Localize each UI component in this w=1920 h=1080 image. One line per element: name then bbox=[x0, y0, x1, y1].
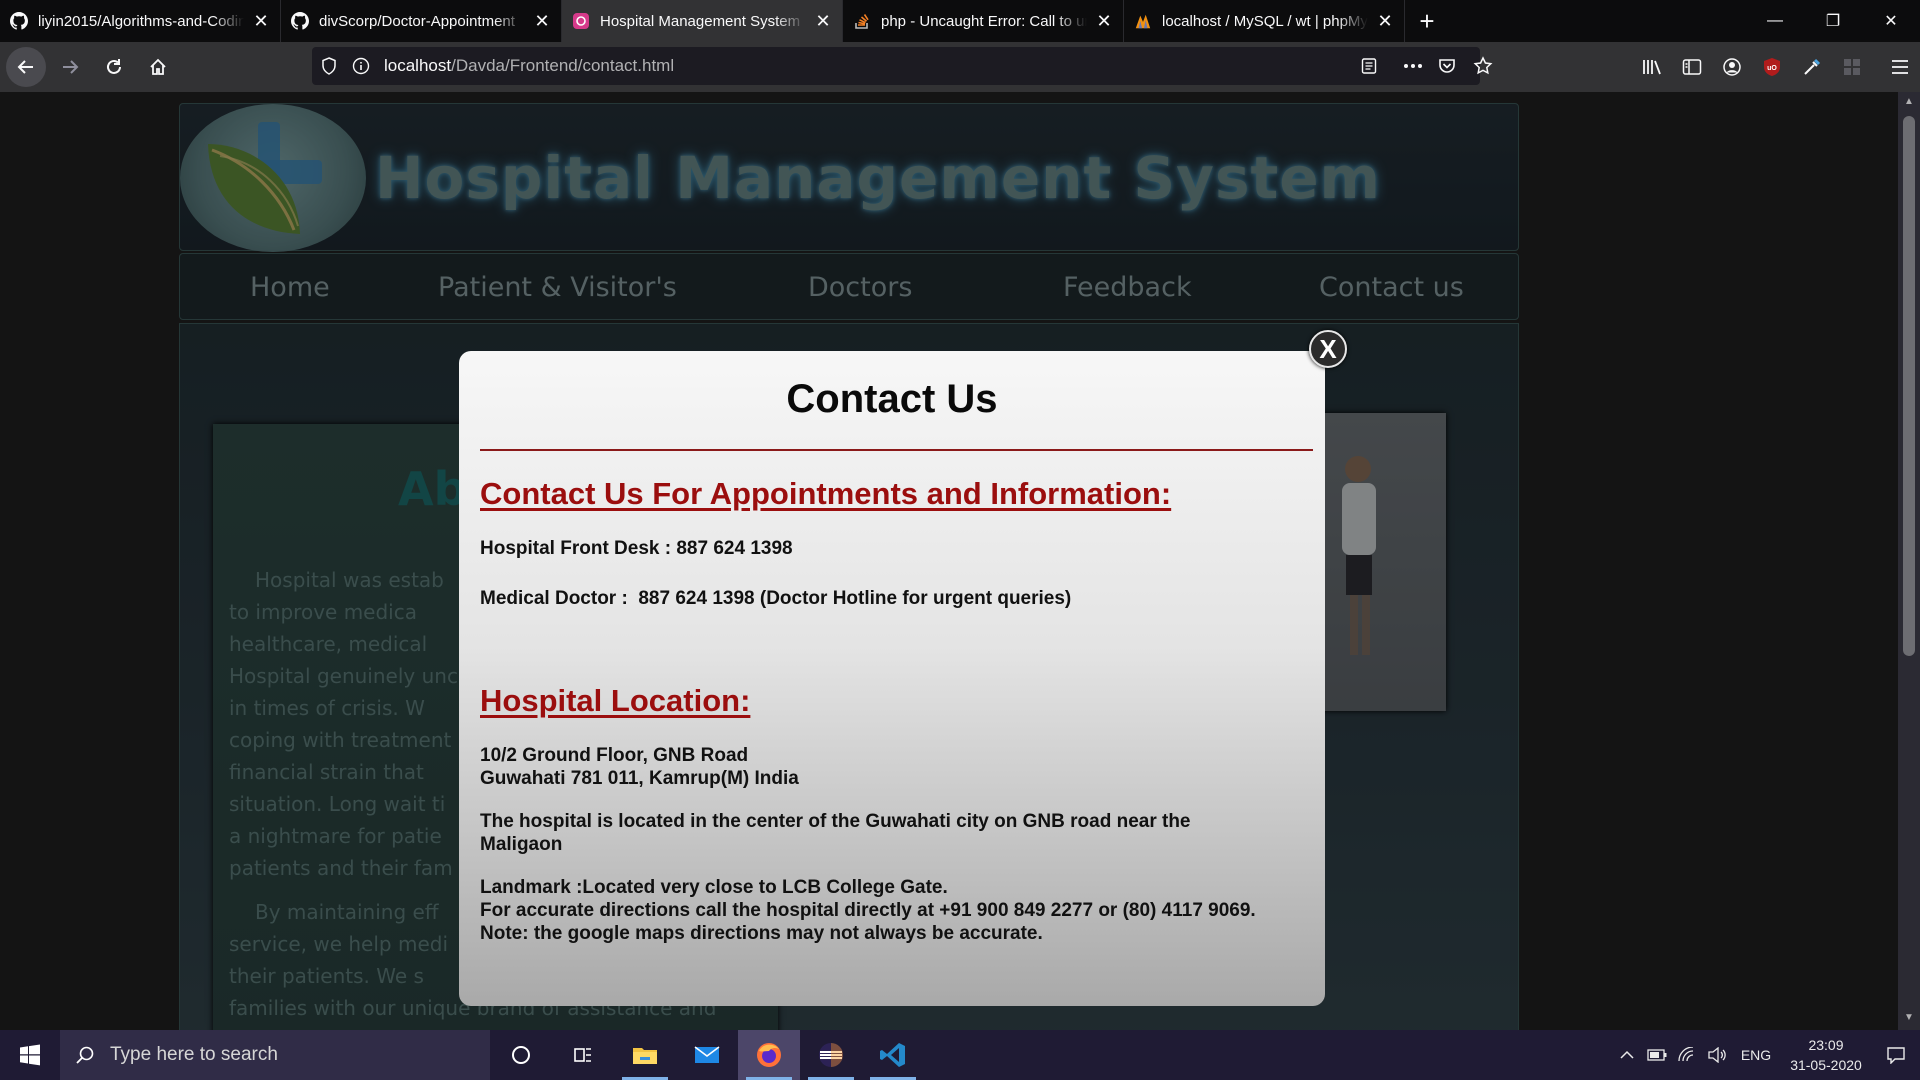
firefox-icon[interactable] bbox=[738, 1030, 800, 1080]
forward-icon[interactable] bbox=[50, 47, 90, 87]
github-icon bbox=[291, 12, 309, 30]
phpmyadmin-icon bbox=[1134, 12, 1152, 30]
scroll-down-icon[interactable]: ▼ bbox=[1898, 1012, 1920, 1028]
tab-title: Hospital Management System bbox=[600, 12, 801, 30]
chevron-up-icon[interactable] bbox=[1612, 1030, 1642, 1080]
browser-tab[interactable]: localhost / MySQL / wt | phpMyAdmin ✕ bbox=[1124, 0, 1405, 42]
tab-title: localhost / MySQL / wt | phpMyAdmin bbox=[1162, 12, 1368, 30]
github-icon bbox=[10, 12, 28, 30]
volume-icon[interactable] bbox=[1702, 1030, 1732, 1080]
home-icon[interactable] bbox=[138, 47, 178, 87]
notifications-icon[interactable] bbox=[1872, 1030, 1920, 1080]
browser-toolbar-icons: uO bbox=[1632, 42, 1920, 92]
clock[interactable]: 23:09 31-05-2020 bbox=[1780, 1035, 1872, 1075]
url-bar[interactable]: localhost/Davda/Frontend/contact.html bbox=[312, 47, 1493, 85]
browser-tab[interactable]: liyin2015/Algorithms-and-Coding ✕ bbox=[0, 0, 281, 42]
close-tab-icon[interactable]: ✕ bbox=[533, 12, 551, 30]
reader-view-icon[interactable] bbox=[1352, 47, 1386, 85]
file-explorer-icon[interactable] bbox=[614, 1030, 676, 1080]
taskbar-search-box[interactable]: Type here to search bbox=[60, 1030, 490, 1080]
close-tab-icon[interactable]: ✕ bbox=[1376, 12, 1394, 30]
page-actions-icon[interactable] bbox=[1396, 47, 1430, 85]
extension-icon[interactable] bbox=[1832, 47, 1872, 87]
stackoverflow-icon bbox=[853, 12, 871, 30]
battery-icon[interactable] bbox=[1642, 1030, 1672, 1080]
browser-tab-active[interactable]: Hospital Management System ✕ bbox=[562, 0, 843, 42]
ublock-icon[interactable]: uO bbox=[1752, 47, 1792, 87]
eclipse-icon[interactable] bbox=[800, 1030, 862, 1080]
color-picker-icon[interactable] bbox=[1792, 47, 1832, 87]
page-scrollbar[interactable]: ▲ ▼ bbox=[1898, 92, 1920, 1030]
library-icon[interactable] bbox=[1632, 47, 1672, 87]
url-path: /Davda/Frontend/contact.html bbox=[451, 56, 675, 75]
location-note: The hospital is located in the center of… bbox=[480, 811, 1191, 855]
close-tab-icon[interactable]: ✕ bbox=[1095, 12, 1113, 30]
clock-time: 23:09 bbox=[1808, 1037, 1844, 1053]
appointments-heading: Contact Us For Appointments and Informat… bbox=[480, 476, 1172, 511]
bookmark-star-icon[interactable] bbox=[1466, 47, 1500, 85]
sidebar-icon[interactable] bbox=[1672, 47, 1712, 87]
new-tab-button[interactable]: + bbox=[1405, 0, 1449, 42]
app-menu-icon[interactable] bbox=[1880, 47, 1920, 87]
browser-tab-bar: liyin2015/Algorithms-and-Coding ✕ divSco… bbox=[0, 0, 1920, 42]
mail-icon[interactable] bbox=[676, 1030, 738, 1080]
wifi-icon[interactable] bbox=[1672, 1030, 1702, 1080]
tab-title: divScorp/Doctor-Appointment bbox=[319, 12, 515, 30]
minimize-icon[interactable]: — bbox=[1746, 0, 1804, 42]
close-window-icon[interactable]: ✕ bbox=[1862, 0, 1920, 42]
page-icon bbox=[572, 12, 590, 30]
window-controls: — ❐ ✕ bbox=[1746, 0, 1920, 42]
scrollbar-thumb[interactable] bbox=[1903, 116, 1915, 656]
tab-title: liyin2015/Algorithms-and-Coding bbox=[38, 12, 244, 30]
reload-icon[interactable] bbox=[94, 47, 134, 87]
maps-note: Note: the google maps directions may not… bbox=[480, 923, 1043, 944]
taskbar-search-placeholder: Type here to search bbox=[110, 1044, 278, 1065]
windows-taskbar: Type here to search ENG 23:09 31-05-2020 bbox=[0, 1030, 1920, 1080]
close-tab-icon[interactable]: ✕ bbox=[814, 12, 832, 30]
contact-modal: Contact Us Contact Us For Appointments a… bbox=[459, 351, 1325, 1006]
cortana-icon[interactable] bbox=[490, 1030, 552, 1080]
task-view-icon[interactable] bbox=[552, 1030, 614, 1080]
address-line-2: Guwahati 781 011, Kamrup(M) India bbox=[480, 768, 799, 789]
svg-text:uO: uO bbox=[1767, 65, 1777, 72]
search-icon bbox=[60, 1045, 110, 1065]
vscode-icon[interactable] bbox=[862, 1030, 924, 1080]
system-tray: ENG 23:09 31-05-2020 bbox=[1612, 1030, 1920, 1080]
restore-icon[interactable]: ❐ bbox=[1804, 0, 1862, 42]
directions-text: For accurate directions call the hospita… bbox=[480, 900, 1256, 921]
language-indicator[interactable]: ENG bbox=[1732, 1030, 1780, 1080]
doctor-hotline: Medical Doctor : 887 624 1398 (Doctor Ho… bbox=[480, 588, 1072, 609]
windows-start-icon[interactable] bbox=[0, 1030, 60, 1080]
browser-tab[interactable]: php - Uncaught Error: Call to undefined … bbox=[843, 0, 1124, 42]
front-desk-phone: Hospital Front Desk : 887 624 1398 bbox=[480, 538, 793, 559]
url-host: localhost bbox=[384, 56, 452, 75]
tab-title: php - Uncaught Error: Call to undefined bbox=[881, 12, 1087, 30]
modal-title: Contact Us bbox=[786, 377, 998, 421]
modal-divider bbox=[480, 449, 1313, 451]
location-heading: Hospital Location: bbox=[480, 683, 751, 718]
back-icon[interactable] bbox=[6, 47, 46, 87]
account-icon[interactable] bbox=[1712, 47, 1752, 87]
close-tab-icon[interactable]: ✕ bbox=[252, 12, 270, 30]
address-line-1: 10/2 Ground Floor, GNB Road bbox=[480, 745, 749, 766]
clock-date: 31-05-2020 bbox=[1790, 1057, 1862, 1073]
browser-tab[interactable]: divScorp/Doctor-Appointment ✕ bbox=[281, 0, 562, 42]
modal-close-button[interactable]: X bbox=[1309, 330, 1347, 368]
landmark-text: Landmark :Located very close to LCB Coll… bbox=[480, 877, 948, 898]
tracking-shield-icon[interactable] bbox=[312, 57, 346, 75]
pocket-icon[interactable] bbox=[1430, 47, 1464, 85]
browser-toolbar: localhost/Davda/Frontend/contact.html uO bbox=[0, 42, 1920, 92]
scroll-up-icon[interactable]: ▲ bbox=[1898, 96, 1920, 112]
site-info-icon[interactable] bbox=[346, 57, 376, 75]
